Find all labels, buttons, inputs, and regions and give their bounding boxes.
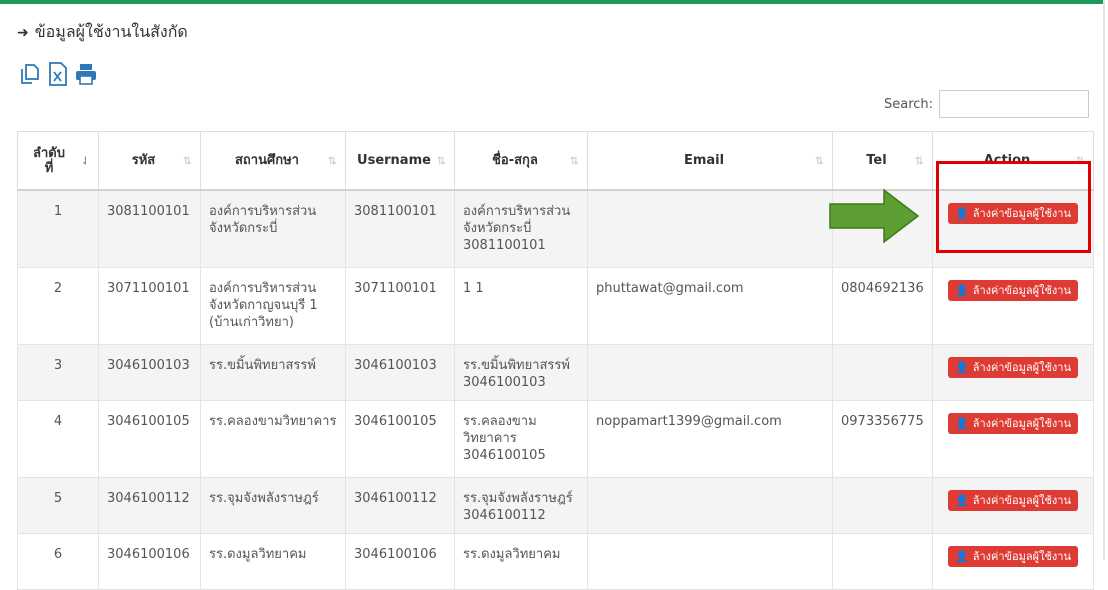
panel-title: ➜ ข้อมูลผู้ใช้งานในสังกัด [17,20,188,45]
user-icon: 👤 [955,360,969,374]
cell-username: 3071100101 [345,266,455,345]
col-header-order[interactable]: ลำดับที่ ⇃ [17,131,99,191]
search-box: Search: [884,90,1090,118]
cell-email [587,532,833,590]
table-row: 5 3046100112 รร.จุมจังพลังราษฎร์ 3046100… [17,476,1094,534]
col-header-username[interactable]: Username ⇅ [345,131,455,191]
cell-tel [832,476,933,534]
cell-tel [832,532,933,590]
cell-action: 👤 ล้างค่าข้อมูลผู้ใช้งาน [932,343,1094,401]
table-row: 6 3046100106 รร.ดงมูลวิทยาคม 3046100106 … [17,532,1094,590]
search-input[interactable] [939,90,1090,118]
cell-email [587,343,833,401]
cell-code: 3071100101 [98,266,201,345]
copy-icon[interactable] [17,60,43,88]
user-icon: 👤 [955,207,969,220]
cell-username: 3046100106 [345,532,455,590]
sort-icon: ⇅ [914,154,924,167]
sign-in-icon: ➜ [17,24,29,41]
sort-icon: ⇅ [1075,154,1085,167]
cell-code: 3046100112 [98,476,201,534]
user-icon: 👤 [955,549,969,563]
sort-icon: ⇅ [814,154,824,167]
reset-user-button[interactable]: 👤 ล้างค่าข้อมูลผู้ใช้งาน [948,545,1078,567]
reset-user-button[interactable]: 👤 ล้างค่าข้อมูลผู้ใช้งาน [948,489,1078,511]
cell-school: รร.คลองขามวิทยาคาร [200,399,346,478]
cell-order: 2 [17,266,99,345]
table-row: 2 3071100101 องค์การบริหารส่วนจังหวัดกาญ… [17,266,1094,345]
cell-order: 3 [17,343,99,401]
cell-fullname: รร.จุมจังพลังราษฎร์ 3046100112 [454,476,588,534]
col-header-code[interactable]: รหัส ⇅ [98,131,201,191]
table-row: 1 3081100101 องค์การบริหารส่วนจังหวัดกระ… [17,189,1094,268]
reset-user-button[interactable]: 👤 ล้างค่าข้อมูลผู้ใช้งาน [948,412,1078,434]
cell-fullname: รร.คลองขามวิทยาคาร 3046100105 [454,399,588,478]
users-table: ลำดับที่ ⇃ รหัส ⇅ สถานศึกษา ⇅ Username ⇅ ชื่… [17,131,1094,590]
cell-action: 👤 ล้างค่าข้อมูลผู้ใช้งาน [932,476,1094,534]
cell-code: 3046100103 [98,343,201,401]
cell-username: 3046100105 [345,399,455,478]
sort-icon: ⇅ [569,154,579,167]
cell-email: noppamart1399@gmail.com [587,399,833,478]
cell-school: องค์การบริหารส่วนจังหวัดกาญจนบุรี 1 (บ้า… [200,266,346,345]
reset-user-button[interactable]: 👤 ล้างค่าข้อมูลผู้ใช้งาน [948,279,1078,301]
cell-tel: 0973356775 [832,399,933,478]
cell-fullname: 1 1 [454,266,588,345]
sort-icon: ⇅ [182,154,192,167]
search-label: Search: [884,96,934,112]
sort-asc-icon: ⇃ [80,154,90,167]
reset-user-button[interactable]: 👤 ล้างค่าข้อมูลผู้ใช้งาน [948,203,1078,224]
sort-icon: ⇅ [327,154,337,167]
cell-username: 3046100103 [345,343,455,401]
annotation-arrow-icon [829,188,920,244]
cell-fullname: รร.ดงมูลวิทยาคม [454,532,588,590]
cell-username: 3081100101 [345,189,455,268]
cell-action: 👤 ล้างค่าข้อมูลผู้ใช้งาน [932,189,1094,268]
cell-email: phuttawat@gmail.com [587,266,833,345]
col-header-action[interactable]: Action ⇅ [932,131,1094,191]
cell-order: 6 [17,532,99,590]
table-row: 4 3046100105 รร.คลองขามวิทยาคาร 30461001… [17,399,1094,478]
print-icon[interactable] [73,60,99,88]
col-header-school[interactable]: สถานศึกษา ⇅ [200,131,346,191]
panel-title-text: ข้อมูลผู้ใช้งานในสังกัด [34,22,188,41]
col-header-email[interactable]: Email ⇅ [587,131,833,191]
user-icon: 👤 [955,493,969,507]
col-header-fullname[interactable]: ชื่อ-สกุล ⇅ [454,131,588,191]
cell-code: 3081100101 [98,189,201,268]
cell-school: รร.ดงมูลวิทยาคม [200,532,346,590]
cell-tel: 0804692136 [832,266,933,345]
cell-tel [832,343,933,401]
table-header-row: ลำดับที่ ⇃ รหัส ⇅ สถานศึกษา ⇅ Username ⇅ ชื่… [17,131,1094,191]
col-header-tel[interactable]: Tel ⇅ [832,131,933,191]
table-row: 3 3046100103 รร.ขมิ้นพิทยาสรรพ์ 30461001… [17,343,1094,401]
excel-icon[interactable] [45,60,71,88]
user-icon: 👤 [955,416,969,430]
reset-user-button[interactable]: 👤 ล้างค่าข้อมูลผู้ใช้งาน [948,356,1078,378]
cell-school: องค์การบริหารส่วนจังหวัดกระบี่ [200,189,346,268]
cell-code: 3046100105 [98,399,201,478]
panel-right-border [1103,0,1105,560]
panel-top-border [0,0,1105,4]
cell-order: 5 [17,476,99,534]
cell-email [587,189,833,268]
user-icon: 👤 [955,283,969,297]
cell-fullname: รร.ขมิ้นพิทยาสรรพ์ 3046100103 [454,343,588,401]
cell-action: 👤 ล้างค่าข้อมูลผู้ใช้งาน [932,399,1094,478]
cell-username: 3046100112 [345,476,455,534]
sort-icon: ⇅ [436,154,446,167]
cell-order: 4 [17,399,99,478]
cell-code: 3046100106 [98,532,201,590]
cell-fullname: องค์การบริหารส่วนจังหวัดกระบี่ 308110010… [454,189,588,268]
cell-email [587,476,833,534]
cell-school: รร.ขมิ้นพิทยาสรรพ์ [200,343,346,401]
cell-school: รร.จุมจังพลังราษฎร์ [200,476,346,534]
cell-order: 1 [17,189,99,268]
cell-action: 👤 ล้างค่าข้อมูลผู้ใช้งาน [932,266,1094,345]
cell-action: 👤 ล้างค่าข้อมูลผู้ใช้งาน [932,532,1094,590]
export-toolbar [17,60,99,88]
